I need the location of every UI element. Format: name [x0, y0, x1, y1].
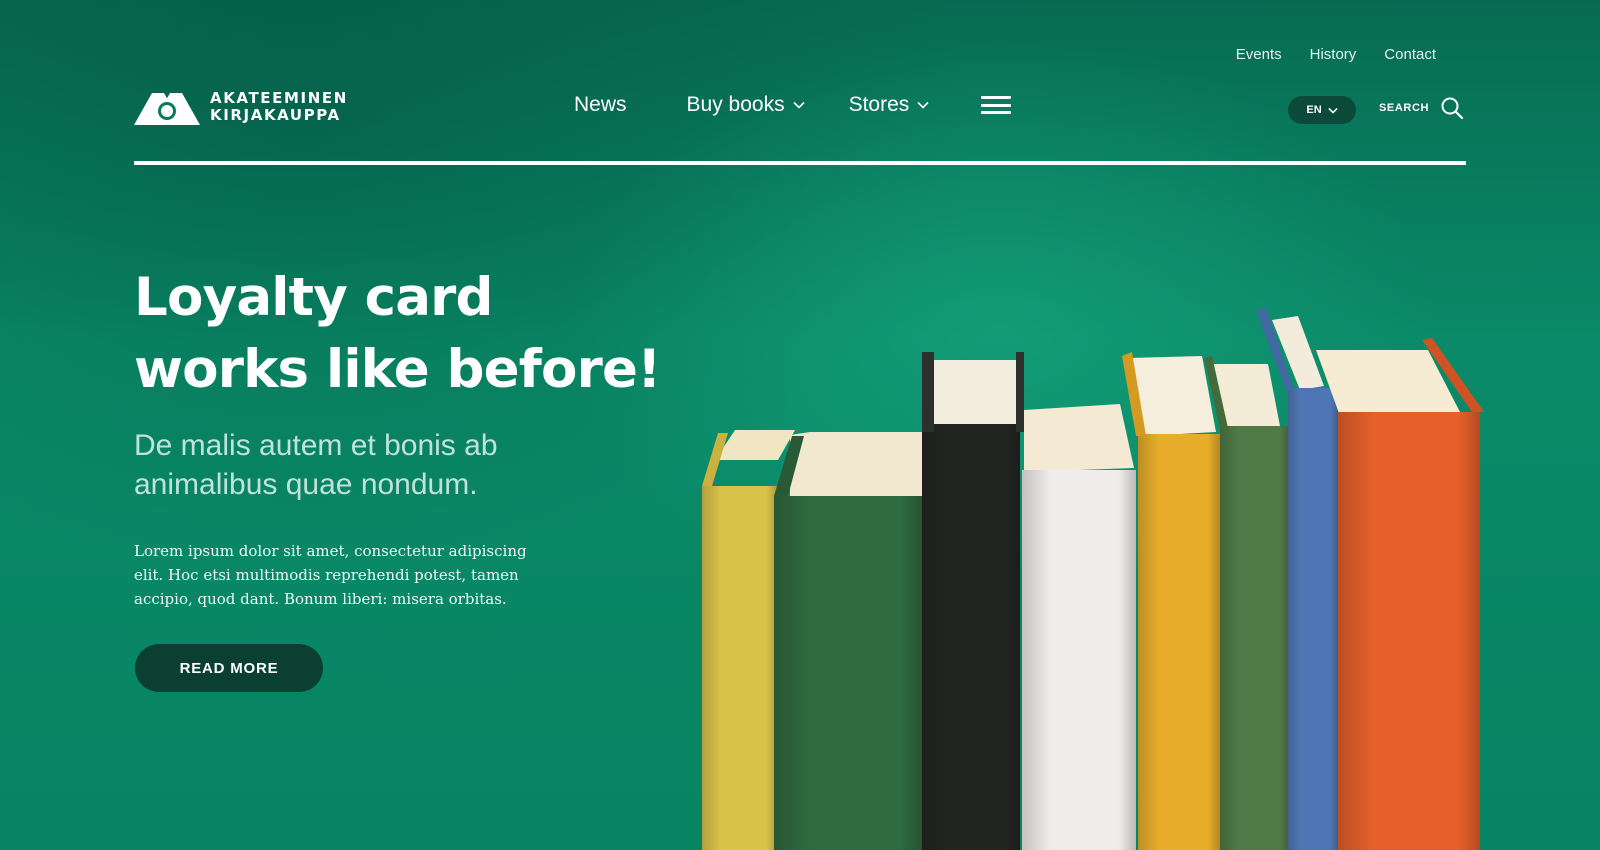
book-orange — [1316, 338, 1484, 850]
book-mustard — [1122, 352, 1220, 850]
nav-news[interactable]: News — [574, 93, 627, 117]
book-green — [774, 432, 922, 850]
chevron-down-icon — [1327, 107, 1338, 114]
chevron-down-icon — [917, 101, 929, 109]
hamburger-bar — [981, 111, 1012, 114]
utility-nav: Events History Contact — [1236, 46, 1436, 63]
main-nav: News Buy books Stores — [574, 93, 1012, 117]
contact-link[interactable]: Contact — [1384, 46, 1436, 63]
brand-wordmark: AKATEEMINEN KIRJAKAUPPA — [210, 90, 348, 124]
hero-title-line-2: works like before! — [134, 339, 661, 400]
nav-buy-books[interactable]: Buy books — [687, 93, 805, 117]
hero-body-text: Lorem ipsum dolor sit amet, consectetur … — [134, 542, 527, 608]
book-black — [922, 352, 1024, 850]
chevron-down-icon — [793, 101, 805, 109]
hamburger-bar — [981, 96, 1012, 99]
language-selected: EN — [1306, 104, 1322, 116]
language-select[interactable]: EN — [1288, 96, 1356, 124]
hamburger-bar — [981, 103, 1012, 107]
book-white — [1022, 404, 1136, 850]
books-illustration — [702, 308, 1484, 850]
brand-logo[interactable]: AKATEEMINEN KIRJAKAUPPA — [134, 89, 348, 125]
nav-buy-books-label: Buy books — [686, 93, 785, 116]
nav-stores-label: Stores — [848, 93, 910, 116]
nav-stores[interactable]: Stores — [849, 93, 930, 117]
events-link[interactable]: Events — [1236, 46, 1282, 63]
history-link[interactable]: History — [1310, 46, 1357, 63]
search-label: SEARCH — [1379, 102, 1430, 114]
hero-title: Loyalty card works like before! — [134, 262, 694, 406]
search-button[interactable]: SEARCH — [1379, 96, 1464, 120]
hamburger-menu-icon[interactable] — [981, 96, 1012, 114]
brand-line-2: KIRJAKAUPPA — [210, 106, 341, 124]
brand-line-1: AKATEEMINEN — [210, 89, 348, 107]
hero-title-line-1: Loyalty card — [134, 267, 493, 328]
header-divider — [134, 161, 1466, 165]
magnifier-icon — [1441, 97, 1464, 120]
nav-news-label: News — [574, 93, 627, 116]
read-more-button[interactable]: READ MORE — [135, 644, 323, 692]
hero-subtitle: De malis autem et bonis ab animalibus qu… — [134, 429, 498, 501]
akateeminen-logo-mark-icon — [134, 93, 200, 125]
